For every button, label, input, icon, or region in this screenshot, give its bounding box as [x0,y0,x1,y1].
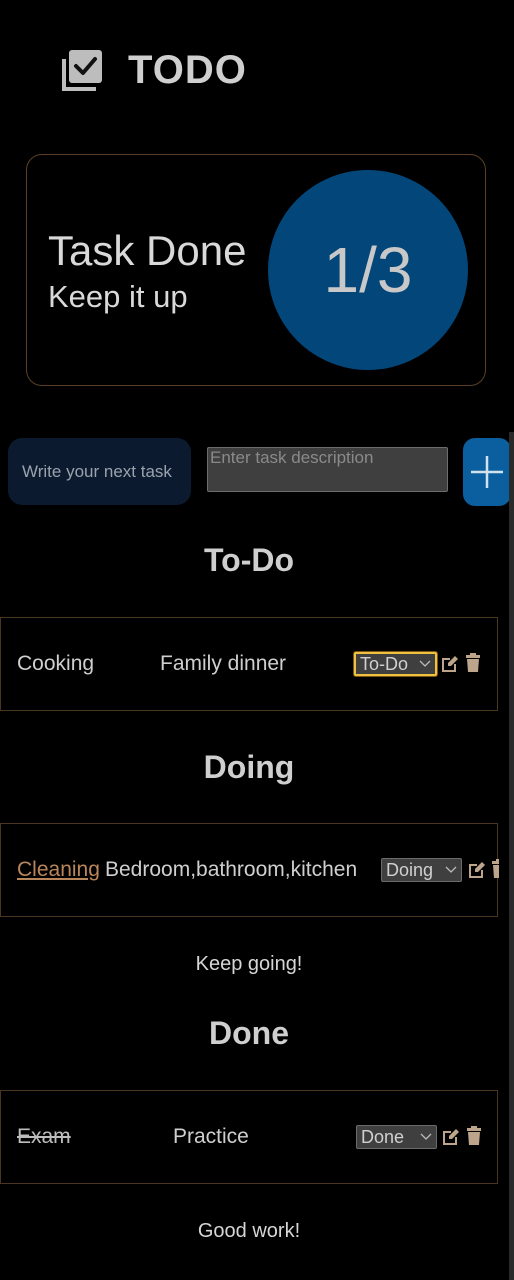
progress-card: Task Done Keep it up 1/3 [26,154,486,386]
status-select[interactable]: Done [356,1125,437,1149]
task-name: Cooking [17,652,95,675]
task-description: Family dinner [160,652,287,675]
edit-icon[interactable] [467,859,485,879]
status-select-value: To-Do [360,653,409,674]
trash-icon[interactable] [464,653,482,673]
app-header: TODO [60,44,247,96]
app-title: TODO [128,47,247,92]
edit-icon[interactable] [440,653,458,673]
status-select[interactable]: Doing [381,858,462,882]
section-heading-todo: To-Do [203,542,295,578]
progress-title: Task Done [48,227,247,274]
task-row-done: Exam Practice Done [0,1090,498,1184]
task-name-input[interactable] [8,438,191,505]
trash-icon[interactable] [490,859,499,879]
edit-icon[interactable] [441,1126,459,1146]
progress-count: 1/3 [268,170,468,370]
progress-subtitle: Keep it up [48,279,188,314]
done-message: Good work! [197,1220,301,1242]
scrollbar[interactable] [509,432,514,1280]
todo-app: TODO Task Done Keep it up 1/3 To-Do Cook… [0,0,514,1280]
task-description-input[interactable] [207,447,448,492]
checkbox-icon [60,47,106,93]
section-heading-done: Done [209,1015,289,1051]
task-description: Bedroom,bathroom,kitchen [105,858,358,881]
status-select-value: Doing [386,859,434,880]
doing-message: Keep going! [195,953,303,975]
plus-icon [471,456,503,488]
task-row-doing: Cleaning Bedroom,bathroom,kitchen Doing [0,823,499,917]
section-heading-doing: Doing [203,749,295,785]
chevron-down-icon [420,1133,432,1140]
task-row-todo: Cooking Family dinner To-Do [0,617,498,711]
status-select[interactable]: To-Do [354,652,437,676]
chevron-down-icon [445,866,457,873]
status-select-value: Done [361,1126,405,1147]
task-description: Practice [173,1125,249,1148]
task-name-link[interactable]: Cleaning [17,824,100,916]
add-task-button[interactable] [463,438,511,506]
chevron-down-icon [419,660,431,667]
task-name: Exam [17,1125,71,1148]
trash-icon[interactable] [465,1126,483,1146]
